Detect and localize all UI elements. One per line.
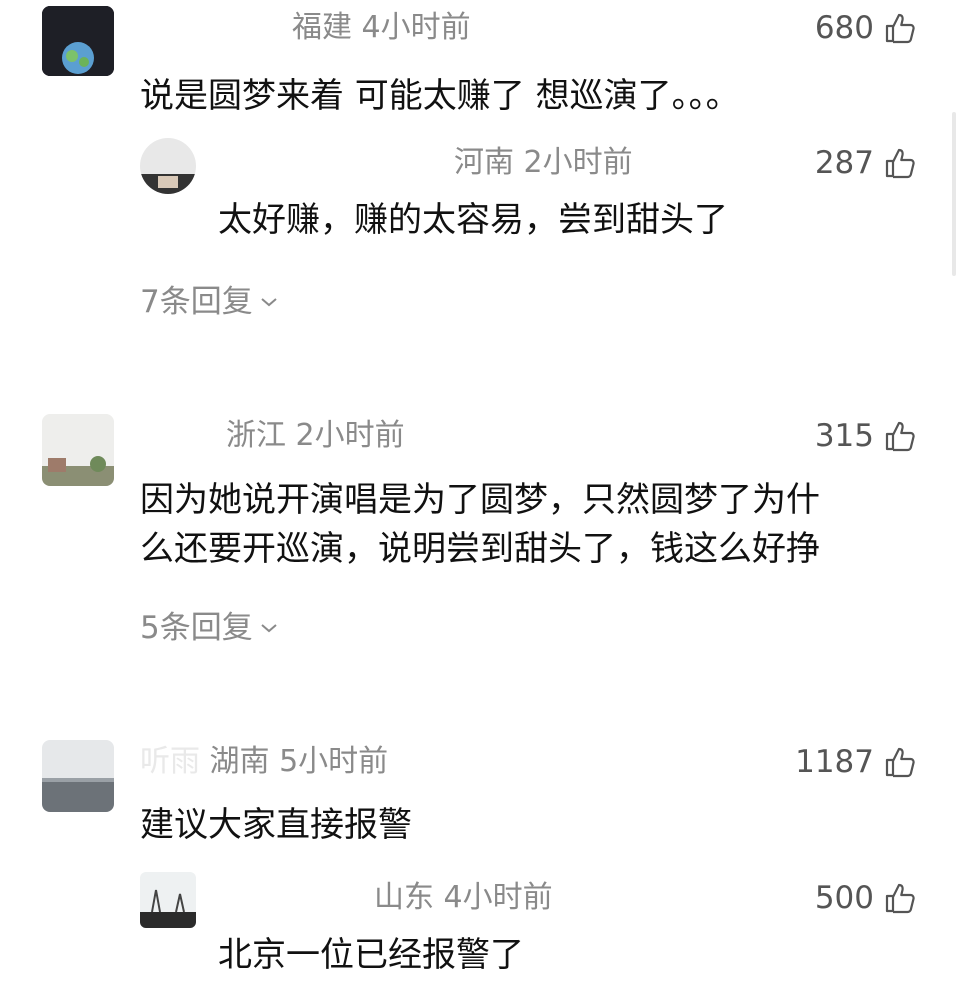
- comment-location: 湖南: [209, 744, 270, 779]
- comment-meta: 听雨 湖南 5小时前: [140, 742, 388, 782]
- expand-replies-button[interactable]: 5条回复: [140, 608, 279, 648]
- reply-text: 太好赚，赚的太容易，尝到甜头了: [218, 200, 728, 240]
- avatar-image: [140, 872, 196, 928]
- reply-meta: 山东 4小时前: [374, 878, 553, 918]
- reply-time: 2小时前: [523, 145, 633, 180]
- reply-avatar[interactable]: [140, 138, 196, 194]
- chevron-down-icon: [261, 298, 277, 307]
- comment-location: 浙江: [226, 418, 286, 453]
- thumbs-up-icon: [885, 13, 915, 44]
- reply-like-button[interactable]: 287: [815, 143, 918, 183]
- like-button[interactable]: 1187: [795, 742, 918, 782]
- scrollbar[interactable]: [952, 112, 956, 276]
- avatar[interactable]: [42, 414, 114, 486]
- comment-text: 建议大家直接报警: [140, 805, 412, 845]
- comment-text-line-2: 么还要开巡演，说明尝到甜头了，钱这么好挣: [140, 529, 820, 569]
- replies-count: 5条回复: [140, 610, 253, 646]
- reply-text: 北京一位已经报警了: [218, 935, 524, 975]
- thumbs-up-icon: [885, 747, 915, 778]
- thumbs-up-icon: [885, 421, 915, 452]
- like-count: 315: [814, 418, 874, 454]
- avatar-image: [140, 138, 196, 194]
- expand-replies-button[interactable]: 7条回复: [140, 282, 279, 322]
- comment-time: 2小时前: [295, 418, 405, 453]
- reply-avatar[interactable]: [140, 872, 196, 928]
- like-count: 680: [814, 10, 874, 46]
- like-count: 287: [814, 145, 874, 181]
- avatar-image: [42, 740, 114, 812]
- like-button[interactable]: 680: [815, 8, 918, 48]
- comment-time: 5小时前: [279, 744, 389, 779]
- comment-text: 说是圆梦来着 可能太赚了 想巡演了。。。: [140, 76, 740, 116]
- like-button[interactable]: 315: [815, 416, 918, 456]
- reply-time: 4小时前: [443, 880, 553, 915]
- reply-meta: 河南 2小时前: [454, 143, 633, 183]
- reply-location: 河南: [454, 145, 514, 180]
- thumbs-up-icon: [885, 883, 915, 914]
- reply-like-button[interactable]: 500: [815, 878, 918, 918]
- thumbs-up-icon: [885, 148, 915, 179]
- avatar[interactable]: [42, 740, 114, 812]
- comment-meta: 福建 4小时前: [292, 8, 471, 48]
- reply-location: 山东: [374, 880, 434, 915]
- avatar-image: [42, 414, 114, 486]
- comment-meta: 浙江 2小时前: [226, 416, 405, 456]
- comment-time: 4小时前: [361, 10, 471, 45]
- comment-text-line-1: 因为她说开演唱是为了圆梦，只然圆梦了为什: [140, 480, 820, 520]
- like-count: 500: [814, 880, 874, 916]
- comment-location: 福建: [292, 10, 352, 45]
- avatar[interactable]: [42, 6, 114, 76]
- like-count: 1187: [795, 744, 874, 780]
- avatar-image: [42, 6, 114, 76]
- blurred-username: 听雨: [140, 744, 200, 779]
- replies-count: 7条回复: [140, 284, 253, 320]
- chevron-down-icon: [261, 624, 277, 633]
